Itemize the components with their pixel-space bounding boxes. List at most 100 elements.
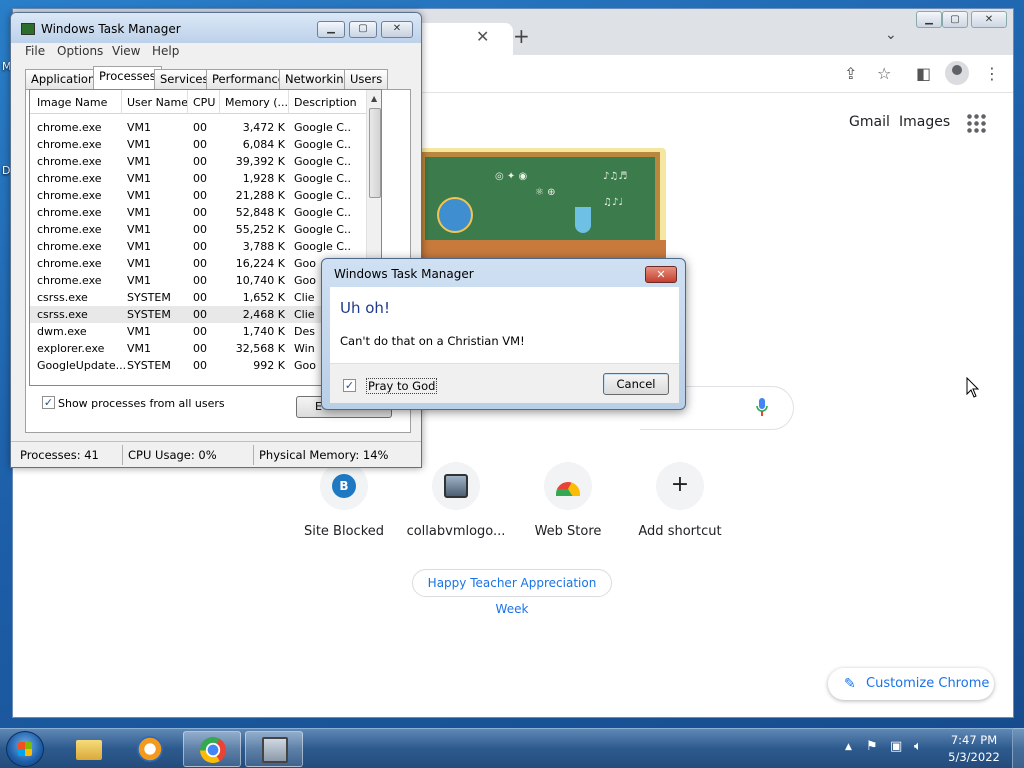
table-cell: 00 [193, 240, 207, 253]
table-row[interactable]: chrome.exe VM1 00 10,740 K Goo [30, 272, 366, 289]
show-all-users-checkbox[interactable]: ✓ [42, 396, 55, 409]
profile-avatar-icon[interactable] [945, 61, 969, 85]
menu-help[interactable]: Help [152, 44, 179, 58]
close-button[interactable]: ✕ [971, 11, 1007, 28]
volume-icon[interactable]: 🔈︎ [914, 739, 922, 754]
table-row[interactable]: csrss.exe SYSTEM 00 2,468 K Clie [30, 306, 366, 323]
table-cell: chrome.exe [37, 223, 102, 236]
dialog-close-button[interactable]: ✕ [645, 266, 677, 283]
show-hidden-icons-arrow[interactable]: ▲ [845, 742, 852, 752]
taskbar-explorer[interactable] [60, 731, 118, 767]
table-row[interactable]: csrss.exe SYSTEM 00 1,652 K Clie [30, 289, 366, 306]
taskbar-task-manager[interactable] [245, 731, 303, 767]
table-cell: Google C... [294, 189, 352, 202]
pray-checkbox-label[interactable]: Pray to God [366, 378, 438, 394]
close-button[interactable]: ✕ [381, 21, 413, 38]
maximize-button[interactable]: ▢ [349, 21, 377, 38]
table-row[interactable]: chrome.exe VM1 00 6,084 K Google C... [30, 136, 366, 153]
cancel-button[interactable]: Cancel [603, 373, 669, 395]
table-cell: 52,848 K [235, 206, 285, 219]
table-row[interactable]: chrome.exe VM1 00 21,288 K Google C... [30, 187, 366, 204]
table-row[interactable]: dwm.exe VM1 00 1,740 K Des [30, 323, 366, 340]
shortcut-web-store[interactable]: Web Store [513, 462, 623, 539]
side-panel-icon[interactable]: ◧ [916, 64, 931, 83]
table-cell: 2,468 K [242, 308, 285, 321]
error-dialog: Windows Task Manager ✕ Uh oh! Can't do t… [321, 258, 686, 410]
table-row[interactable]: chrome.exe VM1 00 39,392 K Google C... [30, 153, 366, 170]
plus-icon: + [670, 472, 690, 497]
table-row[interactable]: explorer.exe VM1 00 32,568 K Win [30, 340, 366, 357]
table-cell: 3,472 K [242, 121, 285, 134]
collabvm-favicon [444, 474, 468, 498]
microphone-icon[interactable] [756, 397, 768, 419]
dialog-title: Windows Task Manager [334, 267, 474, 281]
column-description[interactable]: Description [294, 96, 357, 109]
google-doodle[interactable]: ◎ ✦ ◉ ⚛ ⊕ ♪♫♬ ♫♪♩ [420, 148, 666, 260]
maximize-button[interactable]: ▢ [942, 11, 968, 28]
google-apps-icon[interactable] [966, 113, 986, 133]
column-image-name[interactable]: Image Name [37, 96, 107, 109]
table-cell: Google C... [294, 172, 352, 185]
table-row[interactable]: chrome.exe VM1 00 1,928 K Google C... [30, 170, 366, 187]
show-desktop-button[interactable] [1012, 728, 1024, 768]
tab-close-icon[interactable]: ✕ [476, 27, 489, 46]
taskbar-media-player[interactable] [121, 731, 179, 767]
minimize-button[interactable]: ▁ [916, 11, 942, 28]
share-icon[interactable]: ⇪ [844, 64, 857, 83]
table-cell: chrome.exe [37, 240, 102, 253]
table-cell: SYSTEM [127, 359, 171, 372]
shortcut-collabvm[interactable]: collabvmlogo... [401, 462, 511, 539]
table-cell: GoogleUpdate... [37, 359, 125, 372]
table-cell: VM1 [127, 155, 152, 168]
media-player-icon [137, 736, 163, 762]
table-cell: 00 [193, 121, 207, 134]
taskbar-chrome[interactable] [183, 731, 241, 767]
shortcut-label: Site Blocked [303, 524, 385, 539]
column-memory[interactable]: Memory (... [225, 96, 288, 109]
menu-view[interactable]: View [112, 44, 140, 58]
column-header-row: Image Name ⌃ User Name CPU Memory (... D… [30, 90, 366, 114]
table-cell: 1,740 K [242, 325, 285, 338]
table-cell: 00 [193, 342, 207, 355]
table-row[interactable]: chrome.exe VM1 00 52,848 K Google C... [30, 204, 366, 221]
images-link[interactable]: Images [899, 114, 950, 130]
table-row[interactable]: chrome.exe VM1 00 16,224 K Goo [30, 255, 366, 272]
tab-users[interactable]: Users [344, 69, 389, 89]
table-cell: 00 [193, 308, 207, 321]
menu-options[interactable]: Options [57, 44, 103, 58]
minimize-button[interactable]: ▁ [317, 21, 345, 38]
clock-date[interactable]: 5/3/2022 [944, 750, 1004, 764]
menu-kebab-icon[interactable]: ⋮ [984, 64, 1000, 83]
active-tab[interactable] [413, 23, 513, 55]
tab-processes[interactable]: Processes [93, 66, 162, 90]
scroll-up-arrow-icon[interactable]: ▲ [371, 94, 377, 103]
table-row[interactable]: chrome.exe VM1 00 3,472 K Google C... [30, 119, 366, 136]
table-cell: explorer.exe [37, 342, 105, 355]
bookmark-star-icon[interactable]: ☆ [877, 64, 891, 83]
menu-file[interactable]: File [25, 44, 45, 58]
pray-checkbox[interactable]: ✓ [343, 379, 356, 392]
table-cell: dwm.exe [37, 325, 87, 338]
table-cell: VM1 [127, 138, 152, 151]
new-tab-button[interactable]: + [513, 24, 530, 48]
shortcut-add[interactable]: + Add shortcut [625, 462, 735, 539]
column-user-name[interactable]: User Name [127, 96, 188, 109]
table-row[interactable]: GoogleUpdate... SYSTEM 00 992 K Goo [30, 357, 366, 374]
clock-time[interactable]: 7:47 PM [944, 733, 1004, 747]
action-center-flag-icon[interactable]: ⚑ [866, 739, 878, 754]
shortcut-site-blocked[interactable]: B Site Blocked [289, 462, 399, 539]
table-row[interactable]: chrome.exe VM1 00 3,788 K Google C... [30, 238, 366, 255]
gmail-link[interactable]: Gmail [849, 114, 890, 130]
doodle-share-chip[interactable]: Happy Teacher Appreciation Week [412, 569, 612, 616]
customize-chrome-button[interactable]: ✎ Customize Chrome [828, 668, 994, 700]
doodle-chalkboard: ◎ ✦ ◉ ⚛ ⊕ ♪♫♬ ♫♪♩ [420, 152, 660, 248]
shortcut-label: collabvmlogo... [406, 524, 506, 539]
table-cell: 1,928 K [242, 172, 285, 185]
tab-search-chevron-icon[interactable]: ⌄ [885, 27, 897, 43]
start-button[interactable] [6, 731, 44, 767]
network-icon[interactable]: ▣ [890, 739, 902, 754]
table-cell: chrome.exe [37, 189, 102, 202]
scrollbar-thumb[interactable] [369, 108, 381, 198]
column-cpu[interactable]: CPU [193, 96, 215, 109]
table-row[interactable]: chrome.exe VM1 00 55,252 K Google C... [30, 221, 366, 238]
